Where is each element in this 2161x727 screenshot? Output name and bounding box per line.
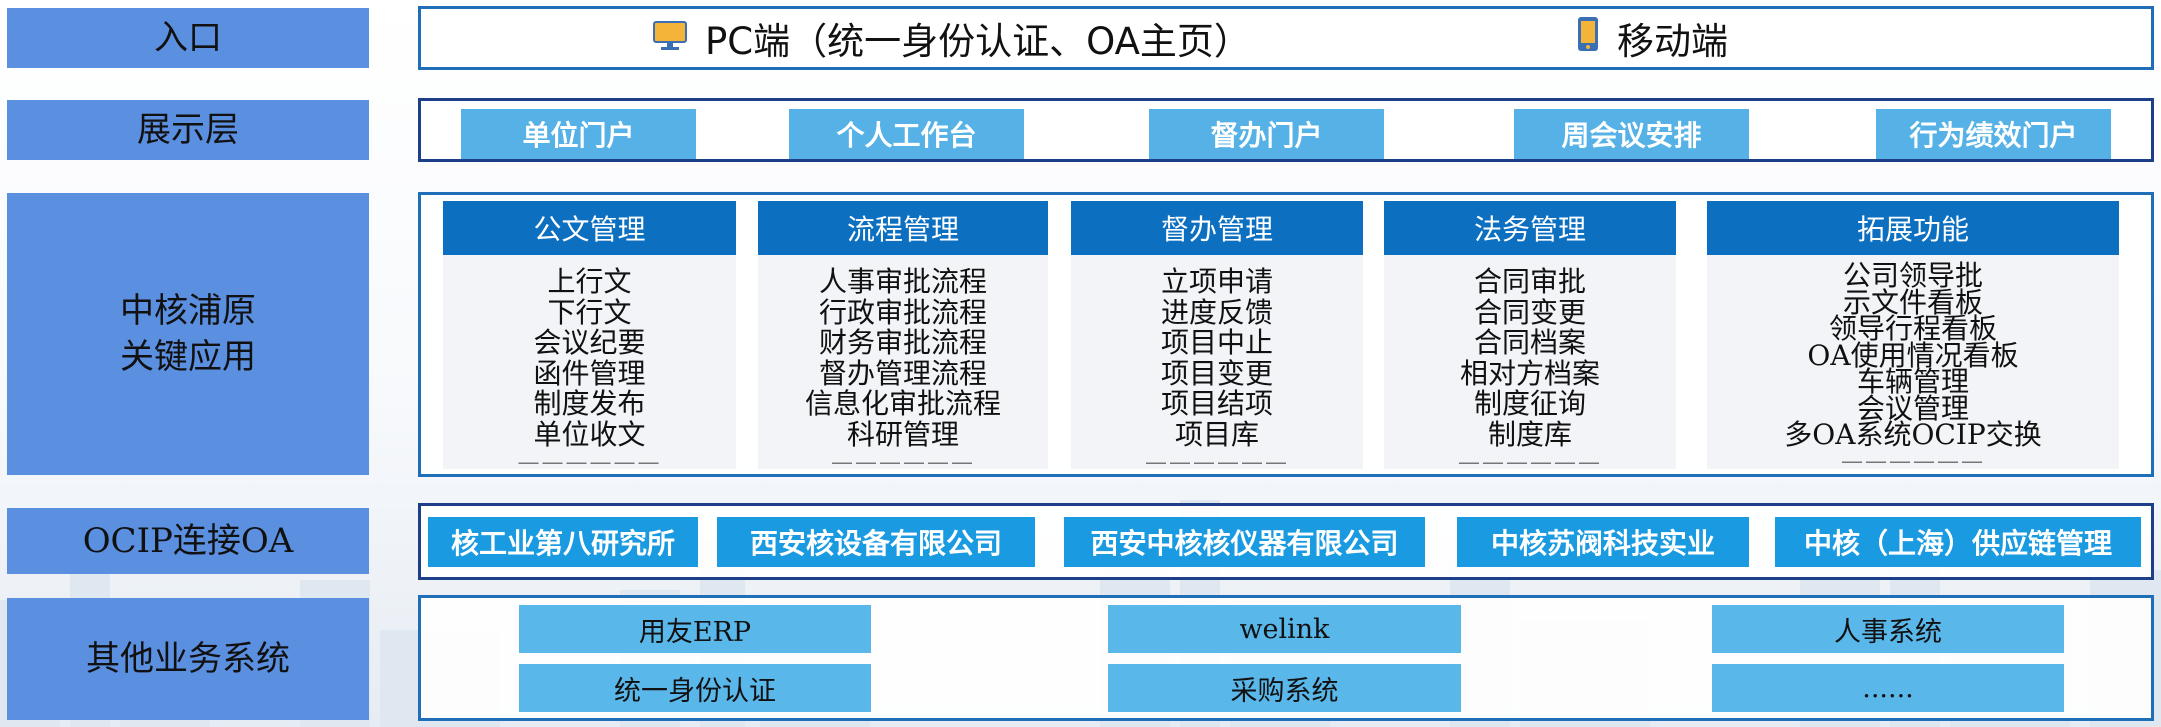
system-hr[interactable]: 人事系统 bbox=[1712, 605, 2064, 653]
mobile-entry-label: 移动端 bbox=[1617, 20, 1728, 63]
ocip-unit-shanghai-supply[interactable]: 中核（上海）供应链管理 bbox=[1775, 517, 2141, 567]
more-marker: —————— bbox=[831, 450, 975, 475]
other-systems-frame: 用友ERP welink 人事系统 统一身份认证 采购系统 ...... bbox=[418, 595, 2154, 721]
more-marker: —————— bbox=[1145, 450, 1289, 475]
app-item[interactable]: 多OA系统OCIP交换 bbox=[1707, 421, 2119, 449]
ocip-unit-xian-equipment[interactable]: 西安核设备有限公司 bbox=[717, 517, 1035, 567]
system-identity-auth[interactable]: 统一身份认证 bbox=[519, 664, 871, 712]
app-item[interactable]: 项目结项 bbox=[1071, 388, 1363, 420]
portal-unit[interactable]: 单位门户 bbox=[461, 109, 696, 159]
app-item[interactable]: 项目库 bbox=[1071, 419, 1363, 451]
app-column-extensions: 拓展功能 公司领导批 示文件看板 领导行程看板 OA使用情况看板 车辆管理 会议… bbox=[1707, 201, 2119, 474]
app-item[interactable]: 上行文 bbox=[443, 266, 736, 298]
app-column-document: 公文管理 上行文 下行文 会议纪要 函件管理 制度发布 单位收文 —————— bbox=[443, 201, 736, 475]
app-column-supervision: 督办管理 立项申请 进度反馈 项目中止 项目变更 项目结项 项目库 —————— bbox=[1071, 201, 1363, 475]
label-other-systems: 其他业务系统 bbox=[7, 598, 369, 720]
system-procurement[interactable]: 采购系统 bbox=[1108, 664, 1461, 712]
app-item[interactable]: 项目中止 bbox=[1071, 327, 1363, 359]
ocip-unit-xian-instruments[interactable]: 西安中核核仪器有限公司 bbox=[1064, 517, 1425, 567]
system-erp[interactable]: 用友ERP bbox=[519, 605, 871, 653]
phone-icon bbox=[1577, 16, 1599, 61]
app-item[interactable]: 进度反馈 bbox=[1071, 297, 1363, 329]
app-item[interactable]: 合同变更 bbox=[1384, 297, 1676, 329]
ocip-frame: 核工业第八研究所 西安核设备有限公司 西安中核核仪器有限公司 中核苏阀科技实业 … bbox=[418, 503, 2154, 580]
label-key-applications: 中核浦原 关键应用 bbox=[7, 193, 369, 475]
app-item[interactable]: 督办管理流程 bbox=[758, 358, 1048, 390]
app-item[interactable]: 制度库 bbox=[1384, 419, 1676, 451]
app-item[interactable]: 相对方档案 bbox=[1384, 358, 1676, 390]
app-column-workflow: 流程管理 人事审批流程 行政审批流程 财务审批流程 督办管理流程 信息化审批流程… bbox=[758, 201, 1048, 475]
app-item[interactable]: 项目变更 bbox=[1071, 358, 1363, 390]
portal-performance[interactable]: 行为绩效门户 bbox=[1876, 109, 2111, 159]
label-ocip: OCIP连接OA bbox=[7, 508, 369, 574]
app-item[interactable]: 单位收文 bbox=[443, 419, 736, 451]
app-item[interactable]: 下行文 bbox=[443, 297, 736, 329]
app-item[interactable]: 制度征询 bbox=[1384, 388, 1676, 420]
app-item[interactable]: 立项申请 bbox=[1071, 266, 1363, 298]
app-item[interactable]: 人事审批流程 bbox=[758, 266, 1048, 298]
more-marker: —————— bbox=[517, 450, 662, 475]
mobile-entry[interactable]: 移动端 bbox=[1577, 9, 1728, 67]
app-column-header[interactable]: 公文管理 bbox=[443, 201, 736, 255]
pc-entry-label: PC端（统一身份认证、OA主页） bbox=[705, 20, 1251, 63]
system-more[interactable]: ...... bbox=[1712, 664, 2064, 712]
app-item[interactable]: 财务审批流程 bbox=[758, 327, 1048, 359]
app-item[interactable]: 信息化审批流程 bbox=[758, 388, 1048, 420]
more-marker: —————— bbox=[1458, 450, 1602, 475]
label-entry: 入口 bbox=[7, 8, 369, 68]
label-presentation-layer: 展示层 bbox=[7, 100, 369, 160]
app-item[interactable]: 行政审批流程 bbox=[758, 297, 1048, 329]
app-column-legal: 法务管理 合同审批 合同变更 合同档案 相对方档案 制度征询 制度库 —————… bbox=[1384, 201, 1676, 475]
monitor-icon bbox=[653, 17, 687, 60]
presentation-frame: 单位门户 个人工作台 督办门户 周会议安排 行为绩效门户 bbox=[418, 98, 2154, 162]
app-item[interactable]: 合同档案 bbox=[1384, 327, 1676, 359]
app-column-header[interactable]: 法务管理 bbox=[1384, 201, 1676, 255]
portal-supervision[interactable]: 督办门户 bbox=[1149, 109, 1384, 159]
app-item[interactable]: 制度发布 bbox=[443, 388, 736, 420]
app-column-header[interactable]: 拓展功能 bbox=[1707, 201, 2119, 255]
app-item[interactable]: 科研管理 bbox=[758, 419, 1048, 451]
app-item[interactable]: 合同审批 bbox=[1384, 266, 1676, 298]
app-item[interactable]: 会议纪要 bbox=[443, 327, 736, 359]
pc-entry[interactable]: PC端（统一身份认证、OA主页） bbox=[653, 9, 1251, 67]
app-item[interactable]: 函件管理 bbox=[443, 358, 736, 390]
portal-weekly-meeting[interactable]: 周会议安排 bbox=[1514, 109, 1749, 159]
app-column-header[interactable]: 督办管理 bbox=[1071, 201, 1363, 255]
entry-frame: PC端（统一身份认证、OA主页） 移动端 bbox=[418, 6, 2154, 70]
system-welink[interactable]: welink bbox=[1108, 605, 1461, 653]
key-apps-frame: 公文管理 上行文 下行文 会议纪要 函件管理 制度发布 单位收文 —————— … bbox=[418, 192, 2154, 477]
portal-personal-workbench[interactable]: 个人工作台 bbox=[789, 109, 1024, 159]
app-column-header[interactable]: 流程管理 bbox=[758, 201, 1048, 255]
ocip-unit-suvalve[interactable]: 中核苏阀科技实业 bbox=[1457, 517, 1749, 567]
more-marker: —————— bbox=[1841, 448, 1985, 474]
ocip-unit-institute-8[interactable]: 核工业第八研究所 bbox=[428, 517, 698, 567]
